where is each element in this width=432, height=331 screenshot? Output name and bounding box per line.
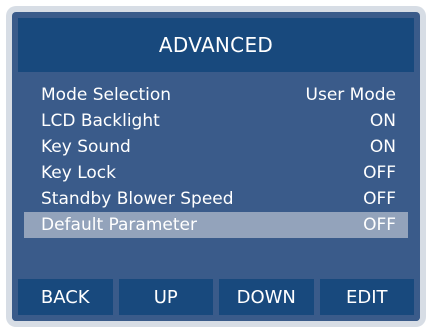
lcd-screen: ADVANCED Mode Selection User Mode LCD Ba… xyxy=(12,12,420,321)
menu-item-label: Mode Selection xyxy=(41,85,172,105)
menu-item-label: Standby Blower Speed xyxy=(41,189,234,209)
menu-item-value: User Mode xyxy=(305,85,396,105)
menu-item-label: Key Lock xyxy=(41,163,116,183)
menu-item-lcd-backlight[interactable]: LCD Backlight ON xyxy=(24,108,408,134)
menu-item-value: ON xyxy=(369,137,396,157)
menu-item-mode-selection[interactable]: Mode Selection User Mode xyxy=(24,82,408,108)
settings-menu: Mode Selection User Mode LCD Backlight O… xyxy=(24,82,408,238)
menu-item-standby-blower-speed[interactable]: Standby Blower Speed OFF xyxy=(24,186,408,212)
menu-item-value: OFF xyxy=(363,163,396,183)
menu-item-label: LCD Backlight xyxy=(41,111,160,131)
menu-item-default-parameter[interactable]: Default Parameter OFF xyxy=(24,212,408,238)
menu-item-value: OFF xyxy=(363,215,396,235)
back-button[interactable]: BACK xyxy=(18,279,113,315)
down-button[interactable]: DOWN xyxy=(219,279,314,315)
menu-item-value: OFF xyxy=(363,189,396,209)
menu-item-value: ON xyxy=(369,111,396,131)
menu-item-key-lock[interactable]: Key Lock OFF xyxy=(24,160,408,186)
menu-item-label: Default Parameter xyxy=(41,215,197,235)
menu-item-label: Key Sound xyxy=(41,137,131,157)
screen-title: ADVANCED xyxy=(18,18,414,72)
softkey-bar: BACK UP DOWN EDIT xyxy=(12,279,420,321)
up-button[interactable]: UP xyxy=(118,279,213,315)
edit-button[interactable]: EDIT xyxy=(319,279,414,315)
menu-item-key-sound[interactable]: Key Sound ON xyxy=(24,134,408,160)
